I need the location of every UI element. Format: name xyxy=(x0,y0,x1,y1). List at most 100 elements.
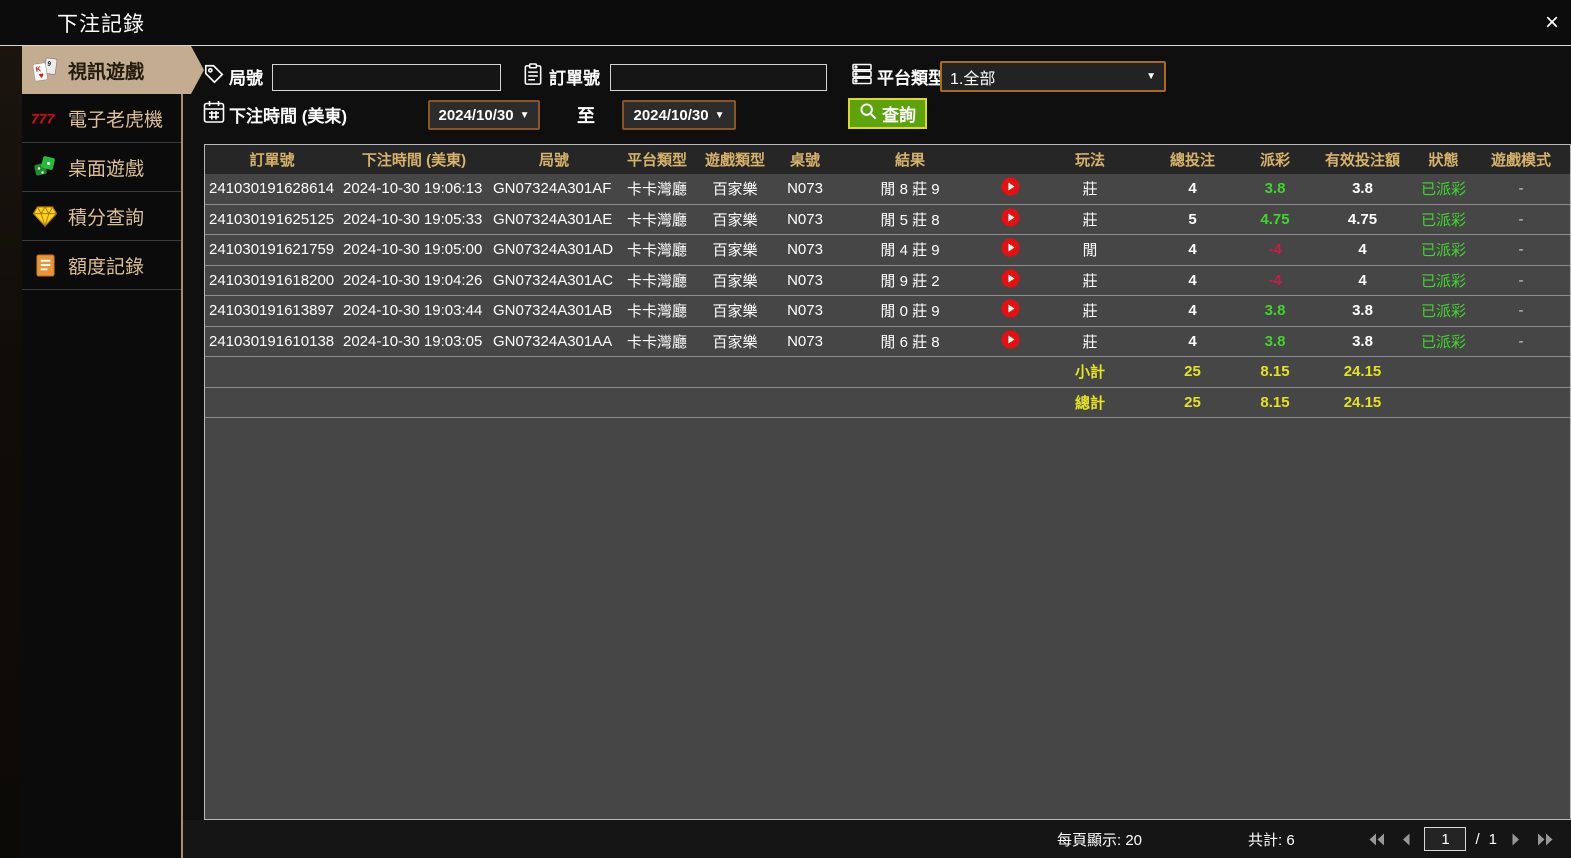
document-icon xyxy=(31,253,59,278)
filter-bar: 局號 訂單號 平台類型 1.全部 ▼ 下注時間 (美東) 2024/10/30 … xyxy=(183,46,1571,144)
subtotal-payout: 8.15 xyxy=(1260,363,1290,381)
valid-bet-cell: 4 xyxy=(1358,271,1367,289)
game-mode-cell: - xyxy=(1518,241,1524,259)
per-page-text: 每頁顯示: 20 xyxy=(1057,832,1143,849)
status-cell: 已派彩 xyxy=(1420,242,1466,260)
pagination-bar: 每頁顯示: 20 共計: 6 / 1 xyxy=(183,820,1571,858)
play-icon xyxy=(1000,299,1020,322)
round-cell: GN07324A301AA xyxy=(493,332,613,350)
platform-type-select[interactable]: 1.全部 ▼ xyxy=(940,61,1166,92)
search-icon xyxy=(859,102,877,125)
playing-cards-icon: 9 K ♥ xyxy=(31,57,59,83)
game-mode-cell: - xyxy=(1518,210,1524,228)
order-number-input[interactable] xyxy=(610,64,827,91)
col-header-order: 訂單號 xyxy=(249,152,295,169)
sidebar-item-video-games[interactable]: 9 K ♥ 視訊遊戲 xyxy=(22,46,204,94)
page-number-input[interactable] xyxy=(1424,827,1467,851)
round-cell: GN07324A301AD xyxy=(493,241,614,259)
total-pages: 1 xyxy=(1488,830,1497,848)
close-icon[interactable]: × xyxy=(1545,10,1559,35)
result-cell: 閒 5 莊 8 xyxy=(880,211,940,229)
round-cell: GN07324A301AB xyxy=(493,302,613,320)
platform-type-label: 平台類型 xyxy=(877,69,945,88)
sidebar-item-label: 積分查詢 xyxy=(68,207,145,229)
table-body: 241030191628614 2024-10-30 19:06:13 GN07… xyxy=(205,174,1570,356)
play-icon xyxy=(1000,269,1020,292)
chevron-down-icon: ▼ xyxy=(519,109,530,121)
valid-bet-cell: 3.8 xyxy=(1352,302,1373,320)
status-cell: 已派彩 xyxy=(1420,181,1466,199)
total-valid-bet: 24.15 xyxy=(1343,393,1382,411)
table-row: 241030191610138 2024-10-30 19:03:05 GN07… xyxy=(205,325,1570,357)
payout-cell: -4 xyxy=(1268,241,1282,259)
date-from-value: 2024/10/30 xyxy=(438,106,514,124)
valid-bet-cell: 3.8 xyxy=(1352,180,1373,198)
sidebar: 9 K ♥ 視訊遊戲 777 電子老虎機 桌面遊戲 積分查詢 額度記錄 xyxy=(22,46,183,858)
platform-cell: 卡卡灣廳 xyxy=(626,242,687,260)
status-cell: 已派彩 xyxy=(1420,272,1466,290)
col-header-platform: 平台類型 xyxy=(626,152,687,169)
sidebar-item-table-games[interactable]: 桌面遊戲 xyxy=(22,143,181,192)
replay-button[interactable] xyxy=(985,174,1035,204)
game-type-cell: 百家樂 xyxy=(712,211,758,229)
game-type-cell: 百家樂 xyxy=(712,333,758,351)
payout-cell: -4 xyxy=(1268,271,1282,289)
round-cell: GN07324A301AC xyxy=(493,271,614,289)
calendar-icon xyxy=(203,100,225,129)
table-no-cell: N073 xyxy=(787,271,823,289)
platform-cell: 卡卡灣廳 xyxy=(626,181,687,199)
replay-button[interactable] xyxy=(985,266,1035,296)
gem-icon xyxy=(31,205,59,228)
last-page-icon[interactable] xyxy=(1535,831,1555,847)
payout-cell: 3.8 xyxy=(1264,302,1286,320)
valid-bet-cell: 3.8 xyxy=(1352,332,1373,350)
replay-button[interactable] xyxy=(985,327,1035,357)
game-type-cell: 百家樂 xyxy=(712,181,758,199)
time-cell: 2024-10-30 19:06:13 xyxy=(343,180,483,198)
col-header-result: 結果 xyxy=(894,152,925,169)
order-number-label: 訂單號 xyxy=(549,69,600,88)
sidebar-item-credit-records[interactable]: 額度記錄 xyxy=(22,241,181,290)
table-no-cell: N073 xyxy=(787,210,823,228)
col-header-status: 狀態 xyxy=(1428,152,1459,169)
order-cell: 241030191628614 xyxy=(209,180,335,198)
date-to-select[interactable]: 2024/10/30 ▼ xyxy=(622,100,736,130)
replay-button[interactable] xyxy=(985,235,1035,265)
time-cell: 2024-10-30 19:03:05 xyxy=(343,332,483,350)
time-cell: 2024-10-30 19:04:26 xyxy=(343,271,483,289)
sidebar-item-label: 桌面遊戲 xyxy=(68,158,145,180)
play-type-cell: 莊 xyxy=(1082,303,1098,321)
play-icon xyxy=(1000,208,1020,231)
sidebar-item-slots[interactable]: 777 電子老虎機 xyxy=(22,94,181,143)
play-type-cell: 莊 xyxy=(1082,272,1098,290)
col-header-game-type: 遊戲類型 xyxy=(704,152,765,169)
window-titlebar: 下注記錄 × xyxy=(0,0,1571,46)
date-from-select[interactable]: 2024/10/30 ▼ xyxy=(428,100,540,130)
table-no-cell: N073 xyxy=(787,241,823,259)
replay-button[interactable] xyxy=(985,296,1035,326)
subtotal-row: 小計 25 8.15 24.15 xyxy=(205,356,1570,387)
col-header-time: 下注時間 (美東) xyxy=(361,152,467,169)
search-button[interactable]: 查詢 xyxy=(848,98,927,129)
order-cell: 241030191625125 xyxy=(209,210,335,228)
sidebar-item-label: 電子老虎機 xyxy=(68,109,164,131)
sidebar-item-points[interactable]: 積分查詢 xyxy=(22,192,181,241)
dice-icon xyxy=(31,154,59,180)
status-cell: 已派彩 xyxy=(1420,303,1466,321)
payout-cell: 4.75 xyxy=(1260,210,1290,228)
total-bet-cell: 4 xyxy=(1188,180,1197,198)
table-row: 241030191628614 2024-10-30 19:06:13 GN07… xyxy=(205,174,1570,204)
background-strip xyxy=(0,46,22,858)
game-mode-cell: - xyxy=(1518,332,1524,350)
previous-page-icon[interactable] xyxy=(1395,831,1415,847)
status-cell: 已派彩 xyxy=(1420,333,1466,351)
first-page-icon[interactable] xyxy=(1366,831,1386,847)
next-page-icon[interactable] xyxy=(1506,831,1526,847)
total-bet-cell: 4 xyxy=(1188,302,1197,320)
subtotal-label: 小計 xyxy=(1074,364,1105,382)
table-empty-area xyxy=(205,417,1570,819)
round-cell: GN07324A301AF xyxy=(493,180,612,198)
round-number-input[interactable] xyxy=(272,64,501,91)
time-cell: 2024-10-30 19:05:33 xyxy=(343,210,483,228)
replay-button[interactable] xyxy=(985,205,1035,235)
